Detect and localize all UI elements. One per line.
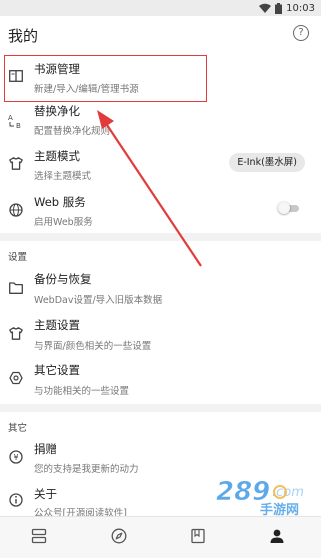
person-icon[interactable] [268, 527, 286, 545]
watermark-logo: 289 .com 手游网 [216, 477, 304, 516]
svg-text:手游网: 手游网 [260, 502, 299, 516]
bookshelf-icon[interactable] [30, 527, 48, 545]
rss-bookmark-icon[interactable] [189, 527, 207, 545]
bottom-nav [0, 516, 321, 558]
compass-icon[interactable] [110, 527, 128, 545]
